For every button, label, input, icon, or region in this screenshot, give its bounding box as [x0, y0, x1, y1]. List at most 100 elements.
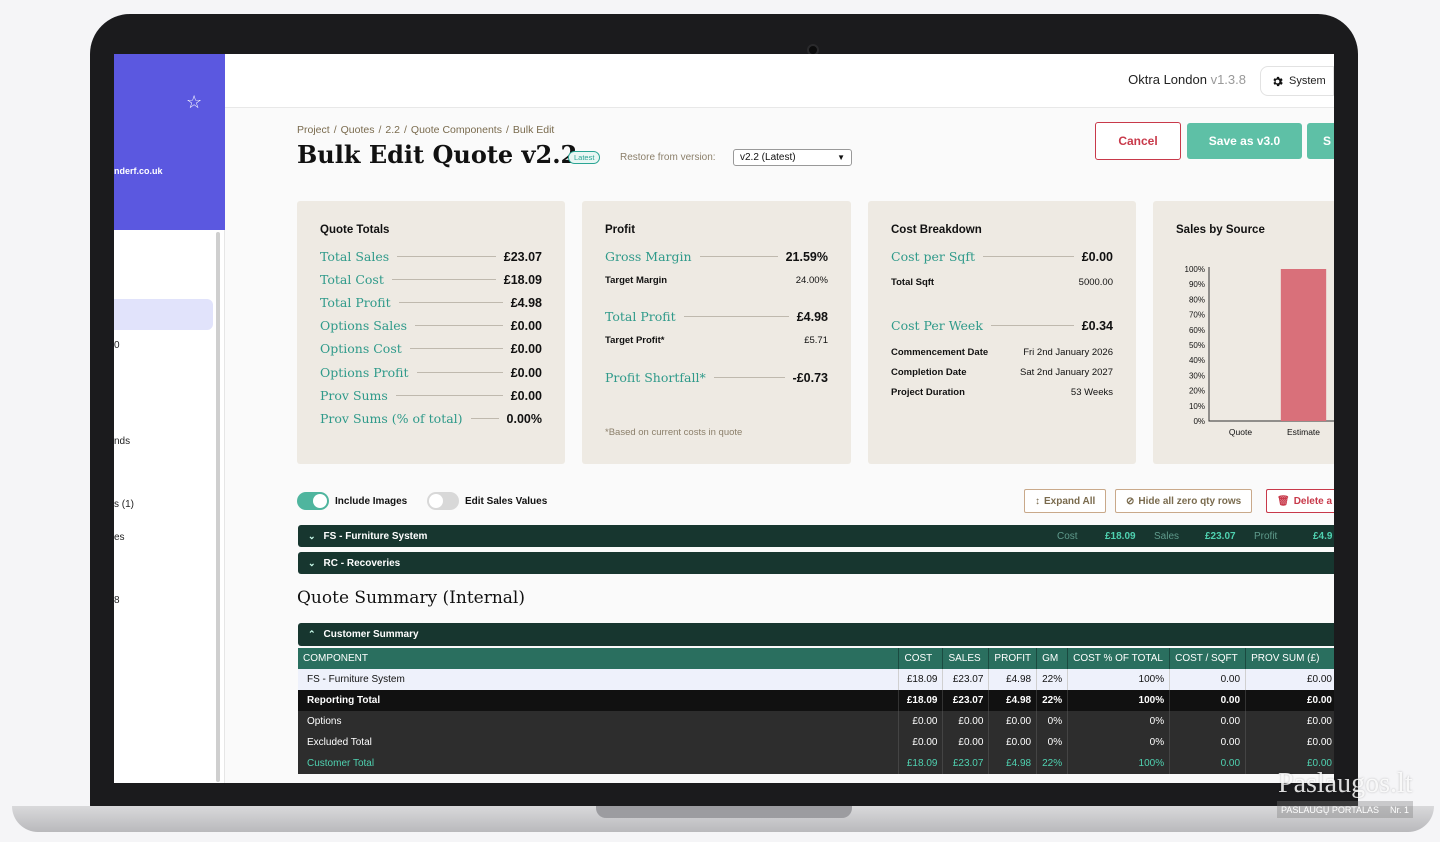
total-row: Total Cost £18.09: [320, 272, 542, 287]
col-gm[interactable]: GM: [1036, 648, 1069, 669]
table-header: COMPONENT COST SALES PROFIT GM COST % OF…: [298, 648, 1334, 669]
table-cell: 100%: [1067, 669, 1171, 690]
y-tick-label: 10%: [1189, 402, 1205, 411]
crumb-components[interactable]: Quote Components: [411, 124, 502, 136]
table-cell: £4.98: [988, 690, 1038, 711]
system-label: System: [1289, 75, 1326, 87]
expand-all-button[interactable]: ↕ Expand All: [1024, 489, 1107, 513]
hide-zero-qty-button[interactable]: ⊘ Hide all zero qty rows: [1115, 489, 1253, 513]
y-tick-label: 30%: [1189, 371, 1205, 380]
row-value: 24.00%: [795, 275, 828, 286]
chevron-up-icon[interactable]: ⌃: [308, 629, 316, 640]
delete-button[interactable]: 🗑 Delete a: [1266, 489, 1334, 513]
total-sqft-row: Total Sqft 5000.00: [891, 277, 1113, 288]
quote-totals-card: Quote Totals Total Sales £23.07 Total Cos…: [297, 201, 565, 464]
row-label: Total Profit: [605, 309, 676, 324]
crumb-sep: /: [505, 124, 509, 136]
col-profit[interactable]: PROFIT: [988, 648, 1038, 669]
sidebar-item[interactable]: s (1): [114, 499, 134, 510]
toggle-switch-on[interactable]: [297, 492, 329, 510]
col-cost[interactable]: COST: [898, 648, 944, 669]
save-version-button[interactable]: Save as v3.0: [1187, 123, 1302, 159]
sidebar-item[interactable]: es: [114, 532, 125, 543]
table-cell: £23.07: [942, 669, 990, 690]
row-label: Cost per Sqft: [891, 249, 976, 264]
table-cell: £0.00: [942, 732, 990, 753]
org-label: Oktra London: [1128, 72, 1207, 87]
total-row: Options Cost £0.00: [320, 341, 542, 356]
row-value: £0.00: [510, 388, 542, 403]
completion-row: Completion Date Sat 2nd January 2027: [891, 367, 1113, 378]
table-row[interactable]: Options £0.00 £0.00 £0.00 0% 0% 0.00 £0.00: [298, 711, 1334, 732]
customer-summary-bar[interactable]: ⌃ Customer Summary: [298, 623, 1334, 646]
chevron-down-icon[interactable]: ⌄: [308, 531, 316, 542]
table-cell: £4.98: [988, 753, 1038, 774]
table-row[interactable]: FS - Furniture System £18.09 £23.07 £4.98 22…: [298, 669, 1334, 690]
table-cell: 0%: [1036, 732, 1069, 753]
col-sales[interactable]: SALES: [942, 648, 990, 669]
cancel-button[interactable]: Cancel: [1095, 122, 1181, 160]
bar-estimate[interactable]: [1280, 269, 1327, 421]
row-label: Options Profit: [320, 365, 409, 380]
table-cell: £0.00: [1245, 690, 1334, 711]
include-images-toggle[interactable]: Include Images: [297, 492, 407, 510]
table-cell: 0%: [1067, 711, 1171, 732]
col-cost-sqft[interactable]: COST / SQFT: [1169, 648, 1247, 669]
crumb-quotes[interactable]: Quotes: [341, 124, 375, 136]
table-cell: Excluded Total: [298, 732, 900, 753]
summary-heading: Quote Summary (Internal): [297, 588, 525, 608]
chevron-down-icon[interactable]: ⌄: [308, 558, 316, 569]
crumb-project[interactable]: Project: [297, 124, 330, 136]
table-row[interactable]: Reporting Total £18.09 £23.07 £4.98 22% 100% 0…: [298, 690, 1334, 711]
sidebar-item-active[interactable]: [114, 299, 213, 330]
sidebar-item[interactable]: 0: [114, 340, 120, 351]
col-prov-sum[interactable]: PROV SUM (£): [1245, 648, 1334, 669]
cost-week-row: Cost Per Week £0.34: [891, 318, 1113, 333]
col-component[interactable]: COMPONENT: [298, 648, 900, 669]
table-cell: £0.00: [988, 711, 1038, 732]
row-label: Project Duration: [891, 387, 965, 398]
table-cell: £23.07: [942, 753, 990, 774]
row-value: Fri 2nd January 2026: [1023, 347, 1113, 358]
table-cell: 0.00: [1169, 732, 1247, 753]
table-cell: 100%: [1067, 753, 1171, 774]
y-tick-label: 60%: [1189, 326, 1205, 335]
row-value: £23.07: [503, 249, 542, 264]
table-cell: 0.00: [1169, 753, 1247, 774]
table-cell: £0.00: [1245, 732, 1334, 753]
group-row-rc[interactable]: ⌄ RC - Recoveries: [298, 552, 1334, 574]
y-tick-label: 70%: [1189, 311, 1205, 320]
y-tick-label: 80%: [1189, 295, 1205, 304]
app-version: v1.3.8: [1210, 72, 1246, 87]
star-icon[interactable]: ☆: [186, 92, 202, 113]
y-tick-label: 100%: [1185, 265, 1205, 274]
group-row-fs[interactable]: ⌄ FS - Furniture System Cost £18.09 Sales…: [298, 525, 1334, 547]
toggle-label: Include Images: [335, 495, 408, 507]
sidebar-item[interactable]: nds: [114, 436, 130, 447]
col-cost-pct[interactable]: COST % OF TOTAL: [1067, 648, 1171, 669]
crumb-version[interactable]: 2.2: [385, 124, 400, 136]
row-value: -£0.73: [792, 370, 828, 385]
system-button[interactable]: System: [1260, 66, 1334, 96]
row-label: Total Profit: [320, 295, 391, 310]
button-label: Expand All: [1044, 495, 1096, 507]
toggle-switch-off[interactable]: [427, 492, 459, 510]
row-label: Gross Margin: [605, 249, 692, 264]
y-tick-label: 90%: [1189, 280, 1205, 289]
table-cell: £18.09: [898, 753, 944, 774]
table-row[interactable]: Excluded Total £0.00 £0.00 £0.00 0% 0% 0.00 £0.…: [298, 732, 1334, 753]
table-row[interactable]: Customer Total £18.09 £23.07 £4.98 22% 100% 0.…: [298, 753, 1334, 774]
total-row: Options Profit £0.00: [320, 365, 542, 380]
row-label: Options Cost: [320, 341, 402, 356]
group-label: RC - Recoveries: [323, 557, 401, 569]
sidebar-item[interactable]: 8: [114, 595, 120, 606]
y-tick-label: 0%: [1193, 417, 1205, 426]
restore-version-select[interactable]: v2.2 (Latest) ▼: [733, 149, 852, 166]
app-screen: ☆ nderf.co.uk 0 nds s (1) es 8 Oktra Lon…: [114, 54, 1334, 783]
profit-card: Profit Gross Margin 21.59% Target Margin 2…: [582, 201, 851, 464]
sidebar-scrollbar[interactable]: [216, 232, 220, 782]
row-value: £18.09: [503, 272, 542, 287]
save-button[interactable]: S: [1307, 123, 1334, 159]
expand-icon: ↕: [1035, 495, 1040, 507]
edit-sales-toggle[interactable]: Edit Sales Values: [427, 492, 547, 510]
